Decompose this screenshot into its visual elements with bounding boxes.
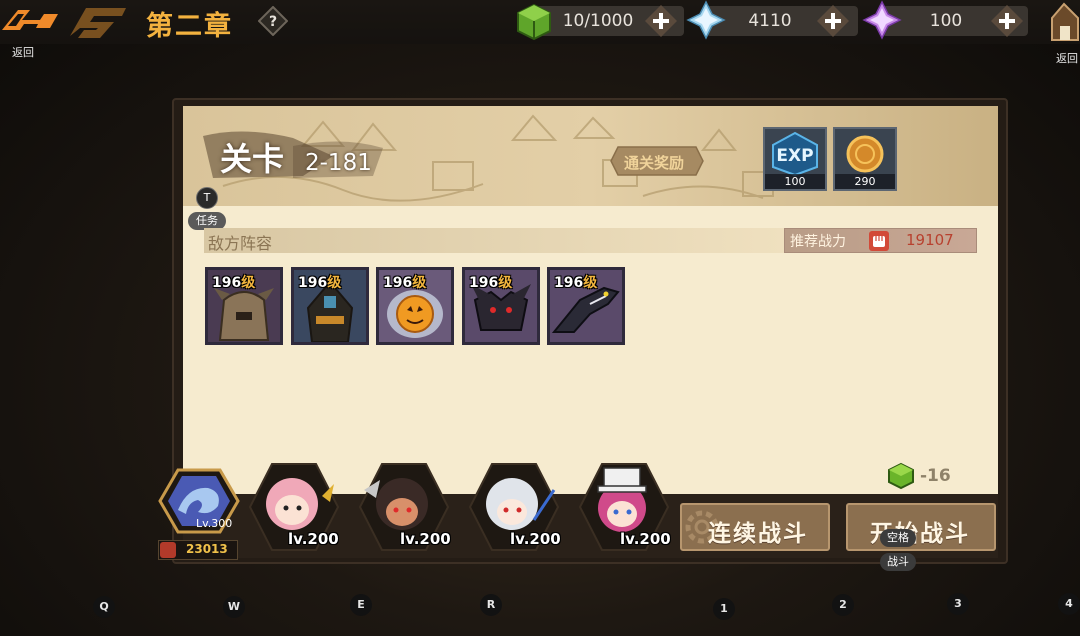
back-logo-icon xyxy=(2,10,58,30)
recommended-power-label: 推荐战力 xyxy=(790,234,846,250)
help-icon[interactable]: ? xyxy=(258,6,288,36)
hero-slot-1[interactable]: lv.200 xyxy=(244,460,344,554)
key-hint-3: 3 xyxy=(947,593,969,615)
hero-level: lv.200 xyxy=(288,530,339,548)
back-label: 返回 xyxy=(12,46,34,59)
enemy-level: 196级 xyxy=(298,275,342,291)
hero-level: lv.200 xyxy=(620,530,671,548)
exp-count: 100 xyxy=(765,174,825,189)
enemy-unit[interactable]: 196级 xyxy=(376,267,454,345)
enemy-level: 196级 xyxy=(212,275,256,291)
add-crystal-button[interactable] xyxy=(990,4,1024,38)
key-hint-q: Q xyxy=(93,596,115,618)
battle-key-tip: 战斗 xyxy=(880,553,916,571)
hero-level: lv.200 xyxy=(510,530,561,548)
exp-reward[interactable]: EXP 100 xyxy=(763,127,827,191)
power-icon xyxy=(160,542,176,558)
key-hint-w: W xyxy=(223,596,245,618)
recommended-power-value: 19107 xyxy=(906,231,954,249)
svg-text:EXP: EXP xyxy=(776,146,813,166)
fist-icon xyxy=(869,231,889,251)
add-diamond-button[interactable] xyxy=(816,4,850,38)
enemy-header xyxy=(204,228,784,253)
key-hint-r: R xyxy=(480,594,502,616)
hero-slot-4[interactable]: lv.200 xyxy=(574,460,674,554)
stage-number: 2-181 xyxy=(305,150,372,176)
chapter-deco-icon xyxy=(70,8,126,38)
green-cube-icon xyxy=(517,3,551,41)
enemy-level: 196级 xyxy=(469,275,513,291)
enemy-title: 敌方阵容 xyxy=(208,234,273,253)
hero-slot-3[interactable]: lv.200 xyxy=(464,460,564,554)
diamond-value: 4110 xyxy=(748,11,792,31)
leader-level: Lv.300 xyxy=(196,517,233,530)
key-hint-2: 2 xyxy=(832,594,854,616)
key-hint-e: E xyxy=(350,594,372,616)
stamina-cost-icon xyxy=(888,462,914,490)
enemy-unit[interactable]: 196级 xyxy=(291,267,369,345)
add-stamina-button[interactable] xyxy=(644,4,678,38)
t-key-badge[interactable]: T xyxy=(196,187,218,209)
crystal-value: 100 xyxy=(929,11,963,31)
stamina-cost: -16 xyxy=(920,466,951,486)
space-key-tip: 空格 xyxy=(880,529,916,547)
hero-slot-2[interactable]: lv.200 xyxy=(354,460,454,554)
gold-coin-icon xyxy=(846,135,884,173)
purple-crystal-icon xyxy=(862,0,902,40)
blue-crystal-icon xyxy=(686,0,726,40)
gold-count: 290 xyxy=(835,174,895,189)
enemy-unit[interactable]: 196级 xyxy=(205,267,283,345)
stamina-value: 10/1000 xyxy=(562,11,634,31)
enemy-level: 196级 xyxy=(554,275,598,291)
home-button[interactable] xyxy=(1048,0,1080,44)
hero-level: lv.200 xyxy=(400,530,451,548)
exp-icon: EXP xyxy=(772,131,818,177)
gold-reward[interactable]: 290 xyxy=(833,127,897,191)
team-power: 23013 xyxy=(186,542,228,556)
enemy-level: 196级 xyxy=(383,275,427,291)
back-button[interactable] xyxy=(0,0,62,40)
auto-battle-label: 连续战斗 xyxy=(708,521,808,547)
chapter-title: 第二章 xyxy=(146,11,233,42)
clear-reward-label: 通关奖励 xyxy=(624,154,685,172)
enemy-unit[interactable]: 196级 xyxy=(547,267,625,345)
home-label: 返回 xyxy=(1056,52,1078,65)
key-hint-4: 4 xyxy=(1058,593,1080,615)
key-hint-1: 1 xyxy=(713,598,735,620)
svg-text:?: ? xyxy=(269,14,277,30)
stage-label: 关卡 xyxy=(220,140,285,178)
enemy-unit[interactable]: 196级 xyxy=(462,267,540,345)
